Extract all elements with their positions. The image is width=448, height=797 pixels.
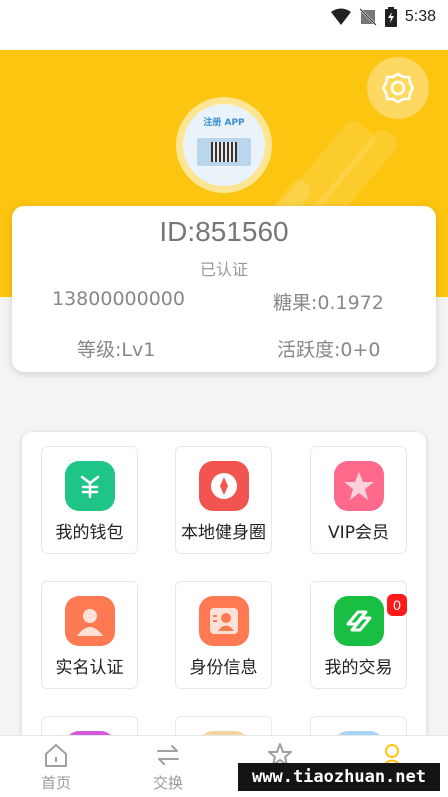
status-icons: 5:38 [330, 7, 436, 27]
nav-label: 交换 [152, 774, 183, 792]
phone-number: 13800000000 [52, 288, 185, 310]
fitness-circle-icon [199, 461, 249, 511]
avatar-logo-text: 注册 APP [203, 118, 245, 128]
avatar[interactable]: 注册 APP [183, 104, 265, 186]
menu-item-label: VIP会员 [328, 523, 389, 543]
profile-info-card: ID:851560 已认证 13800000000 糖果:0.1972 等级:L… [12, 206, 436, 372]
battery-charging-icon [384, 7, 397, 27]
status-bar: 5:38 [0, 0, 448, 50]
activity-score: 活跃度:0+0 [277, 339, 381, 361]
menu-item-label: 本地健身圈 [181, 523, 266, 543]
menu-item-wallet[interactable]: 我的钱包 [41, 446, 138, 554]
trade-link-icon [334, 596, 384, 646]
exchange-icon [157, 745, 179, 765]
menu-item-fitness-circle[interactable]: 本地健身圈 [175, 446, 272, 554]
menu-item-label: 身份信息 [189, 658, 258, 678]
menu-item-trades[interactable]: 我的交易 0 [310, 581, 407, 689]
real-name-icon [65, 596, 115, 646]
gear-icon [381, 72, 415, 104]
no-signal-icon [359, 8, 377, 26]
nav-exchange[interactable]: 交换 [112, 736, 224, 797]
profile-page: 5:38 注册 APP ID:851560 已认证 13800000000 糖果… [0, 0, 448, 797]
user-id: ID:851560 [159, 216, 289, 247]
watermark: www.tiaozhuan.net [238, 763, 440, 791]
vip-star-icon [334, 461, 384, 511]
home-icon [45, 744, 67, 767]
settings-button[interactable] [367, 57, 429, 119]
user-level: 等级:Lv1 [77, 339, 156, 361]
menu-item-label: 实名认证 [55, 658, 124, 678]
id-card-icon [199, 596, 249, 646]
status-time: 5:38 [404, 8, 436, 25]
wallet-icon [65, 461, 115, 511]
menu-item-label: 我的钱包 [55, 523, 124, 543]
notification-badge: 0 [387, 594, 407, 616]
qr-code-icon [211, 142, 237, 162]
candy-balance: 糖果:0.1972 [273, 292, 384, 314]
nav-label: 首页 [40, 774, 71, 792]
nav-home[interactable]: 首页 [0, 736, 112, 797]
menu-item-real-name[interactable]: 实名认证 [41, 581, 138, 689]
avatar-frame: 注册 APP [176, 97, 272, 193]
menu-item-id-info[interactable]: 身份信息 [175, 581, 272, 689]
menu-item-vip[interactable]: VIP会员 [310, 446, 407, 554]
verification-status: 已认证 [199, 260, 248, 279]
wifi-icon [330, 8, 351, 25]
menu-item-label: 我的交易 [324, 658, 393, 678]
